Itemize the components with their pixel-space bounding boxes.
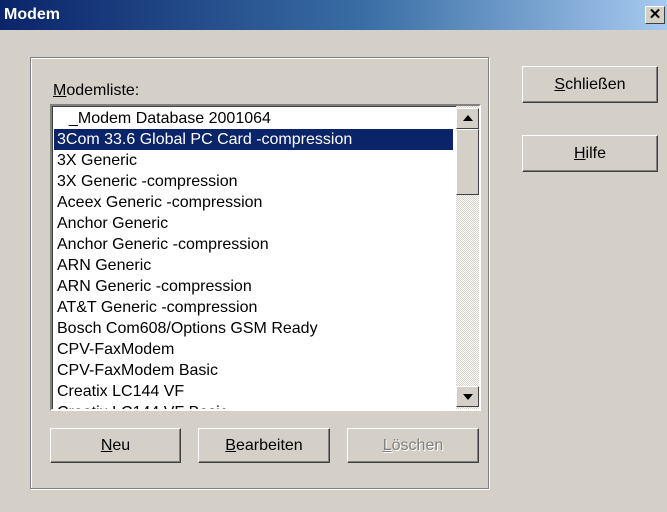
new-button[interactable]: Neu <box>50 428 181 463</box>
list-item[interactable]: 3X Generic -compression <box>54 171 453 192</box>
modem-list-items: _Modem Database 2001064 3Com 33.6 Global … <box>54 108 453 409</box>
edit-button[interactable]: Bearbeiten <box>198 428 330 463</box>
delete-button-accel: L <box>382 437 392 454</box>
arrow-down-icon <box>463 394 473 400</box>
list-item[interactable]: Aceex Generic -compression <box>54 192 453 213</box>
list-item[interactable]: Bosch Com608/Options GSM Ready <box>54 318 453 339</box>
list-item[interactable]: AT&T Generic -compression <box>54 297 453 318</box>
delete-button: Löschen <box>347 428 479 463</box>
list-item[interactable]: Anchor Generic <box>54 213 453 234</box>
list-item[interactable]: 3X Generic <box>54 150 453 171</box>
title-bar[interactable]: Modem ✕ <box>0 0 667 30</box>
vertical-scrollbar[interactable] <box>456 106 479 409</box>
modem-list-label-rest: odemliste: <box>66 82 140 99</box>
edit-button-rest: earbeiten <box>235 437 303 454</box>
new-button-rest: eu <box>112 437 131 454</box>
close-button[interactable]: Schließen <box>522 66 658 103</box>
list-item[interactable]: CPV-FaxModem Basic <box>54 360 453 381</box>
modem-listbox[interactable]: _Modem Database 2001064 3Com 33.6 Global … <box>50 104 481 411</box>
scroll-up-button[interactable] <box>456 108 479 129</box>
list-item[interactable]: CPV-FaxModem <box>54 339 453 360</box>
window-title: Modem <box>4 6 60 23</box>
list-item[interactable]: ARN Generic <box>54 255 453 276</box>
edit-button-accel: B <box>225 437 236 454</box>
delete-button-rest: öschen <box>391 437 444 454</box>
list-item[interactable]: _Modem Database 2001064 <box>54 108 453 129</box>
list-item[interactable]: ARN Generic -compression <box>54 276 453 297</box>
new-button-accel: N <box>100 437 113 454</box>
arrow-up-icon <box>463 115 473 121</box>
list-item[interactable]: 3Com 33.6 Global PC Card -compression <box>54 129 453 150</box>
close-button-accel: S <box>554 76 566 93</box>
list-item[interactable]: Creatix LC144 VF <box>54 381 453 402</box>
modem-list-label-accel: M <box>53 82 67 99</box>
close-window-button[interactable]: ✕ <box>645 6 665 24</box>
help-button-accel: H <box>573 145 586 162</box>
list-item[interactable]: Creatix LC144 VF Basic <box>54 402 453 409</box>
modem-list-label: Modemliste: <box>53 82 139 100</box>
help-button[interactable]: Hilfe <box>522 135 658 172</box>
scroll-down-button[interactable] <box>456 386 479 407</box>
list-item[interactable]: Anchor Generic -compression <box>54 234 453 255</box>
scroll-thumb[interactable] <box>456 129 479 195</box>
help-button-rest: ilfe <box>585 145 606 162</box>
close-button-rest: chließen <box>565 76 626 93</box>
